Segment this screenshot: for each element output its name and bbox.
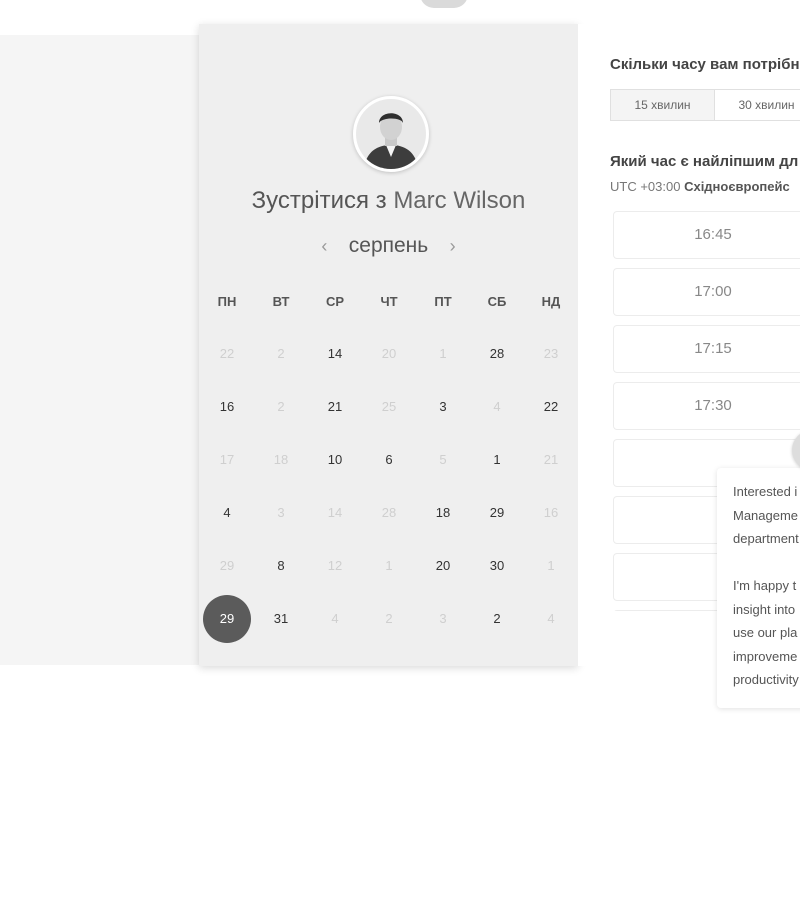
calendar-day-available[interactable]: 22 <box>524 399 578 414</box>
calendar-day-available[interactable]: 8 <box>254 558 308 573</box>
chat-bubble: Interested i Manageme department I'm hap… <box>717 468 800 708</box>
meeting-title: Зустрітися з Marc Wilson <box>199 187 578 215</box>
calendar-day-available[interactable]: 31 <box>254 611 308 626</box>
next-month-icon[interactable]: › <box>443 236 463 257</box>
calendar-day-unavailable: 3 <box>277 505 285 520</box>
calendar-panel: Зустрітися з Marc Wilson ‹ серпень › ПН В… <box>199 24 578 666</box>
calendar-day-unavailable: 17 <box>219 452 235 467</box>
host-avatar <box>353 96 429 172</box>
calendar-day-available[interactable]: 30 <box>470 558 524 573</box>
calendar-day-available[interactable]: 6 <box>362 452 416 467</box>
calendar-day-selected[interactable]: 29 <box>200 594 254 643</box>
duration-tabs: 15 хвилин 30 хвилин <box>610 89 800 121</box>
calendar-day-unavailable: 25 <box>381 399 397 414</box>
weekday-label: ВТ <box>272 293 290 309</box>
calendar-day-unavailable: 5 <box>439 452 447 467</box>
calendar-day-unavailable: 3 <box>439 611 447 626</box>
month-label: серпень <box>348 234 429 257</box>
calendar-day-available[interactable]: 1 <box>470 452 524 467</box>
weekday-header: ПН ВТ СР ЧТ ПТ СБ НД <box>200 292 578 310</box>
calendar-day-available[interactable]: 3 <box>416 399 470 414</box>
calendar-day-unavailable: 4 <box>493 399 501 414</box>
calendar-week-row: 16 2 21 25 3 4 22 <box>200 380 578 433</box>
calendar-day-unavailable: 1 <box>547 558 555 573</box>
calendar-day-available[interactable]: 28 <box>470 346 524 361</box>
timezone-offset: UTC +03:00 <box>610 179 681 194</box>
calendar-day-available[interactable]: 16 <box>200 399 254 414</box>
weekday-label: СР <box>325 293 345 309</box>
calendar-day-unavailable: 16 <box>543 505 559 520</box>
time-question: Який час є найліпшим дл <box>610 153 799 170</box>
calendar-day-label: 29 <box>203 594 251 643</box>
calendar-day-unavailable: 2 <box>277 399 285 414</box>
weekday-label: ПН <box>217 293 237 309</box>
calendar-day-unavailable: 4 <box>331 611 339 626</box>
calendar-day-available[interactable]: 4 <box>200 505 254 520</box>
calendar-grid: ПН ВТ СР ЧТ ПТ СБ НД 22 2 14 20 1 28 23 16 2 21 25 3 4 22 17 1… <box>200 292 578 645</box>
calendar-day-unavailable: 1 <box>439 346 447 361</box>
calendar-day-available[interactable]: 2 <box>470 611 524 626</box>
calendar-day-unavailable: 2 <box>277 346 285 361</box>
weekday-label: ЧТ <box>380 293 398 309</box>
weekday-label: НД <box>541 293 561 309</box>
calendar-week-row: 22 2 14 20 1 28 23 <box>200 327 578 380</box>
calendar-week-row: 17 18 10 6 5 1 21 <box>200 433 578 486</box>
duration-15-tab[interactable]: 15 хвилин <box>611 90 715 120</box>
calendar-day-unavailable: 20 <box>381 346 397 361</box>
calendar-day-unavailable: 28 <box>381 505 397 520</box>
calendar-week-row: 29 8 12 1 20 30 1 <box>200 539 578 592</box>
calendar-day-unavailable: 23 <box>543 346 559 361</box>
time-slot-button[interactable]: 17:00 <box>613 268 800 316</box>
calendar-day-unavailable: 12 <box>327 558 343 573</box>
time-slot-button[interactable]: 17:15 <box>613 325 800 373</box>
prev-month-icon[interactable]: ‹ <box>314 236 334 257</box>
weekday-label: СБ <box>487 293 507 309</box>
calendar-day-unavailable: 2 <box>385 611 393 626</box>
calendar-day-available[interactable]: 21 <box>308 399 362 414</box>
calendar-week-row: 29 31 4 2 3 2 4 <box>200 592 578 645</box>
timezone-label: UTC +03:00 Східноєвропейс <box>610 179 790 194</box>
duration-30-tab[interactable]: 30 хвилин <box>715 90 800 120</box>
chat-message: Interested i Manageme department I'm hap… <box>733 480 800 692</box>
calendar-day-unavailable: 18 <box>273 452 289 467</box>
calendar-day-unavailable: 4 <box>547 611 555 626</box>
chat-paragraph: I'm happy t insight into use our pla imp… <box>733 578 799 687</box>
calendar-day-available[interactable]: 20 <box>416 558 470 573</box>
calendar-day-available[interactable]: 18 <box>416 505 470 520</box>
time-slot-button[interactable]: 17:30 <box>613 382 800 430</box>
calendar-day-unavailable: 21 <box>543 452 559 467</box>
chat-paragraph: Interested i Manageme department <box>733 484 799 546</box>
calendar-day-available[interactable]: 14 <box>308 346 362 361</box>
calendar-day-unavailable: 22 <box>219 346 235 361</box>
month-navigation: ‹ серпень › <box>199 234 578 264</box>
duration-question: Скільки часу вам потрібн <box>610 56 800 73</box>
calendar-day-unavailable: 29 <box>219 558 235 573</box>
weekday-label: ПТ <box>434 293 452 309</box>
time-slot-button[interactable]: 16:45 <box>613 211 800 259</box>
calendar-day-available[interactable]: 29 <box>470 505 524 520</box>
calendar-day-unavailable: 14 <box>327 505 343 520</box>
calendar-week-row: 4 3 14 28 18 29 16 <box>200 486 578 539</box>
top-decoration <box>420 0 468 8</box>
timezone-name: Східноєвропейс <box>684 179 790 194</box>
calendar-day-available[interactable]: 10 <box>308 452 362 467</box>
meeting-title-prefix: Зустрітися з <box>251 187 387 214</box>
calendar-day-unavailable: 1 <box>385 558 393 573</box>
host-name: Marc Wilson <box>393 187 526 214</box>
